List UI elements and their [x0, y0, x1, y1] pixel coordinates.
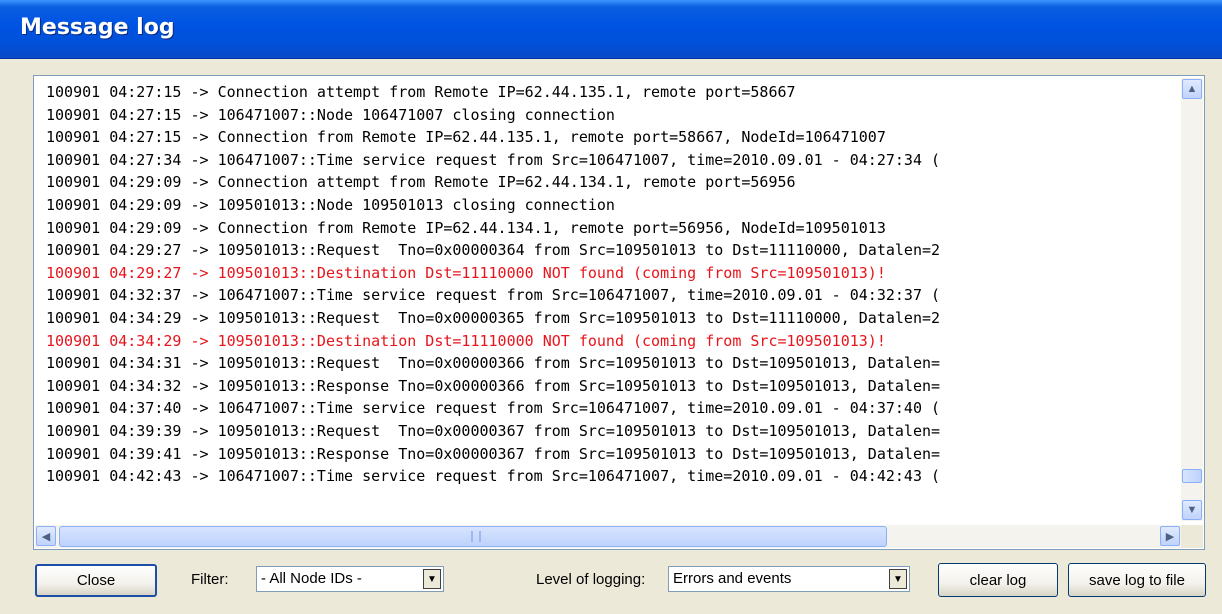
- logging-level-label: Level of logging:: [536, 571, 646, 588]
- log-line: 100901 04:34:31 -> 109501013::Request Tn…: [46, 354, 941, 373]
- log-line: 100901 04:34:29 -> 109501013::Request Tn…: [46, 308, 941, 327]
- horizontal-scrollbar[interactable]: ◀ ▶: [35, 525, 1181, 548]
- chevron-left-icon: ◀: [41, 530, 51, 543]
- clear-log-button[interactable]: clear log: [938, 563, 1058, 597]
- chevron-down-icon[interactable]: ▼: [423, 569, 441, 589]
- log-line: 100901 04:37:40 -> 106471007::Time servi…: [46, 399, 941, 418]
- message-log-list[interactable]: 100901 04:27:15 -> Connection attempt fr…: [33, 75, 1205, 550]
- close-button[interactable]: Close: [35, 564, 157, 597]
- scroll-up-button[interactable]: ▲: [1182, 79, 1202, 99]
- filter-select[interactable]: - All Node IDs - ▼: [256, 566, 444, 592]
- chevron-up-icon: ▲: [1186, 83, 1198, 95]
- log-line-error: 100901 04:29:27 -> 109501013::Destinatio…: [46, 263, 886, 282]
- scroll-down-button[interactable]: ▼: [1182, 500, 1202, 520]
- log-line: 100901 04:27:34 -> 106471007::Time servi…: [46, 150, 941, 169]
- log-line: 100901 04:34:32 -> 109501013::Response T…: [46, 376, 941, 395]
- window-title: Message log: [20, 15, 175, 40]
- log-line: 100901 04:39:39 -> 109501013::Request Tn…: [46, 421, 941, 440]
- scroll-left-button[interactable]: ◀: [36, 526, 56, 546]
- log-line: 100901 04:27:15 -> Connection attempt fr…: [46, 83, 796, 101]
- log-line: 100901 04:29:09 -> Connection attempt fr…: [46, 173, 796, 192]
- log-line: 100901 04:27:15 -> Connection from Remot…: [46, 128, 886, 147]
- log-line: 100901 04:29:09 -> 109501013::Node 10950…: [46, 195, 615, 214]
- vertical-scroll-thumb[interactable]: [1182, 469, 1202, 483]
- log-line: 100901 04:29:09 -> Connection from Remot…: [46, 218, 886, 237]
- log-line: 100901 04:29:27 -> 109501013::Request Tn…: [46, 241, 941, 260]
- title-bar[interactable]: Message log: [0, 0, 1222, 59]
- log-line: 100901 04:32:37 -> 106471007::Time servi…: [46, 286, 941, 305]
- log-line: 100901 04:39:41 -> 109501013::Response T…: [46, 444, 941, 463]
- scroll-grip-icon: [471, 531, 481, 542]
- log-line: 100901 04:27:15 -> 106471007::Node 10647…: [46, 105, 615, 124]
- filter-label: Filter:: [191, 571, 229, 588]
- scroll-right-button[interactable]: ▶: [1160, 526, 1180, 546]
- scrollbar-corner: [1181, 525, 1203, 548]
- log-lines: 100901 04:27:15 -> Connection attempt fr…: [46, 81, 940, 488]
- save-log-button[interactable]: save log to file: [1068, 563, 1206, 597]
- horizontal-scroll-thumb[interactable]: [59, 526, 887, 547]
- chevron-down-icon: ▼: [1186, 504, 1198, 516]
- log-line-error: 100901 04:34:29 -> 109501013::Destinatio…: [46, 331, 886, 350]
- chevron-down-icon[interactable]: ▼: [889, 569, 907, 589]
- logging-level-select[interactable]: Errors and events ▼: [668, 566, 910, 592]
- log-line: 100901 04:42:43 -> 106471007::Time servi…: [46, 467, 941, 486]
- vertical-scrollbar[interactable]: ▲ ▼: [1181, 78, 1203, 521]
- chevron-right-icon: ▶: [1165, 530, 1175, 543]
- logging-level-value: Errors and events: [673, 570, 792, 587]
- filter-value: - All Node IDs -: [261, 570, 362, 587]
